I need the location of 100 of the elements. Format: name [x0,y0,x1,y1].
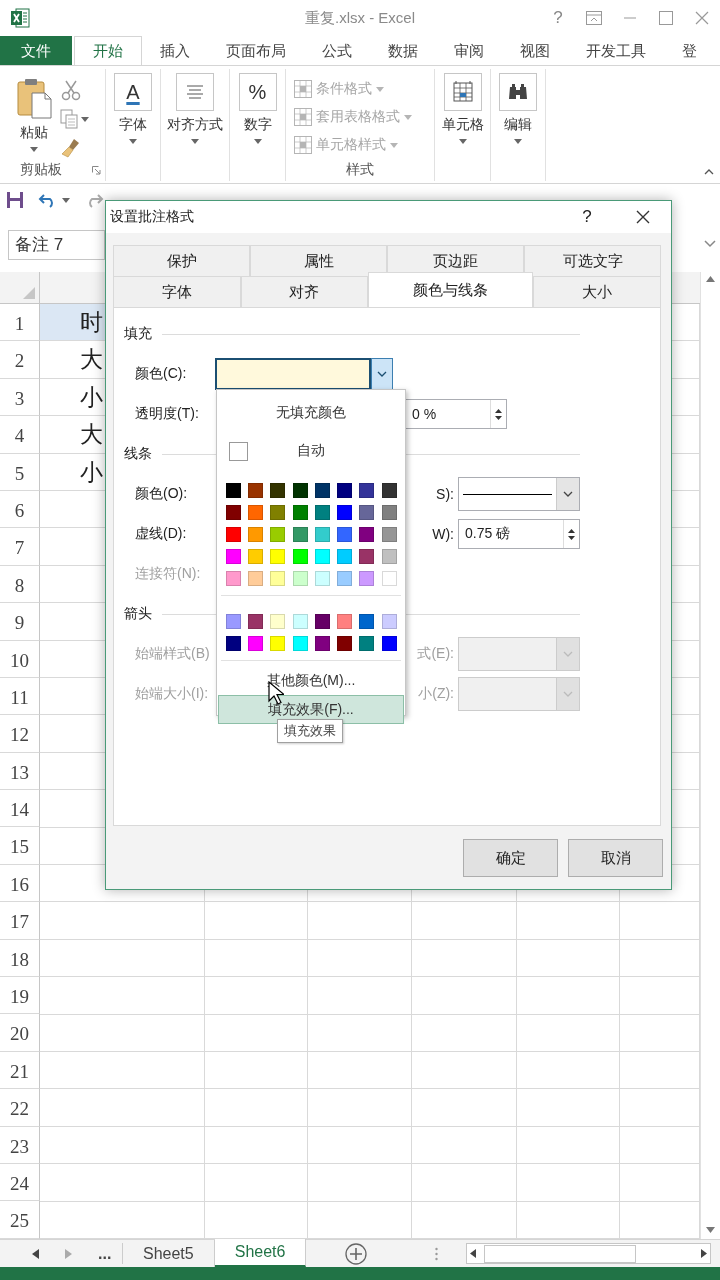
color-swatch[interactable] [225,504,241,520]
dialog-button[interactable]: 取消 [568,839,663,877]
color-swatch[interactable] [314,504,330,520]
spin-down-icon[interactable] [495,415,502,420]
color-swatch[interactable] [247,548,263,564]
ribbon-tab[interactable]: 文件 [0,36,72,65]
scroll-right-icon[interactable] [701,1249,708,1258]
copy-button[interactable] [60,109,89,129]
color-swatch[interactable] [337,570,353,586]
spin-up-icon[interactable] [568,528,575,533]
previous-sheet-icon[interactable] [32,1248,39,1259]
color-swatch[interactable] [292,504,308,520]
color-swatch[interactable] [292,570,308,586]
color-swatch[interactable] [314,635,330,651]
color-swatch[interactable] [314,526,330,542]
color-swatch[interactable] [381,482,397,498]
color-swatch[interactable] [247,635,263,651]
color-swatch[interactable] [292,548,308,564]
line-style-dropdown[interactable] [458,477,580,511]
color-swatch[interactable] [359,613,375,629]
color-swatch[interactable] [225,526,241,542]
ribbon-display-icon[interactable] [586,11,602,25]
dropdown-button[interactable] [371,358,393,390]
ribbon-tab[interactable]: 审阅 [436,36,502,65]
menu-item[interactable]: 无填充颜色 [217,395,405,431]
color-swatch[interactable] [337,504,353,520]
dialog-launcher-icon[interactable] [92,165,101,175]
color-swatch[interactable] [270,613,286,629]
color-swatch[interactable] [381,504,397,520]
spin-field[interactable]: 0.75 磅 [458,519,580,549]
scroll-down-icon[interactable] [706,1227,715,1233]
fill-color-field[interactable] [215,358,371,390]
color-swatch[interactable] [314,548,330,564]
ribbon-tab[interactable]: 页面布局 [208,36,304,65]
color-swatch[interactable] [270,570,286,586]
color-swatch[interactable] [314,482,330,498]
ribbon-tab[interactable]: 公式 [304,36,370,65]
name-box[interactable]: 备注 7 [8,230,105,260]
ribbon-button[interactable]: 对齐方式 [167,69,223,157]
ribbon-button[interactable]: % 数字 [238,69,277,157]
scroll-thumb[interactable] [484,1244,637,1263]
color-swatch[interactable] [247,526,263,542]
color-swatch[interactable] [270,526,286,542]
ribbon-tab[interactable]: 开发工具 [568,36,664,65]
color-swatch[interactable] [381,548,397,564]
ribbon-button[interactable]: 编辑 [499,69,537,157]
spin-field[interactable]: 0 % [405,399,507,429]
color-swatch[interactable] [292,613,308,629]
color-swatch[interactable] [247,613,263,629]
color-swatch[interactable] [337,548,353,564]
scissors-icon[interactable] [60,79,82,101]
color-swatch[interactable] [337,613,353,629]
scroll-up-icon[interactable] [706,276,715,282]
ribbon-tab[interactable]: 登 [664,36,715,65]
ribbon-tab[interactable]: 视图 [502,36,568,65]
add-sheet-icon[interactable] [345,1242,368,1265]
color-swatch[interactable] [381,570,397,586]
maximize-icon[interactable] [659,11,673,25]
color-swatch[interactable] [225,548,241,564]
dialog-tab[interactable]: 可选文字 [524,245,661,276]
collapse-ribbon-icon[interactable] [704,169,714,175]
ribbon-tab[interactable]: 数据 [370,36,436,65]
spin-down-icon[interactable] [568,535,575,540]
color-swatch[interactable] [314,613,330,629]
color-swatch[interactable] [270,548,286,564]
color-swatch[interactable] [381,526,397,542]
color-swatch[interactable] [359,504,375,520]
color-swatch[interactable] [247,504,263,520]
color-swatch[interactable] [292,482,308,498]
color-swatch[interactable] [359,635,375,651]
close-icon[interactable] [636,210,650,224]
color-swatch[interactable] [270,635,286,651]
expand-formula-bar-icon[interactable] [704,240,716,248]
color-swatch[interactable] [337,526,353,542]
color-swatch[interactable] [225,635,241,651]
color-swatch[interactable] [225,482,241,498]
ribbon-button[interactable]: 单元格 [441,69,484,157]
dialog-tab[interactable]: 保护 [113,245,250,276]
color-swatch[interactable] [247,570,263,586]
splitter-icon[interactable] [434,1246,438,1261]
ribbon-button[interactable]: A 字体 [114,69,152,157]
scroll-left-icon[interactable] [470,1249,477,1258]
color-swatch[interactable] [359,570,375,586]
color-swatch[interactable] [359,548,375,564]
color-swatch[interactable] [292,526,308,542]
ribbon-tab[interactable]: 开始 [74,36,142,65]
color-swatch[interactable] [337,635,353,651]
color-swatch[interactable] [314,570,330,586]
more-sheets-button[interactable]: ... [98,1244,112,1263]
spin-up-icon[interactable] [495,408,502,413]
dialog-tab[interactable]: 颜色与线条 [368,272,534,307]
help-button[interactable]: ? [540,8,576,28]
color-swatch[interactable] [225,613,241,629]
color-swatch[interactable] [359,482,375,498]
color-swatch[interactable] [247,482,263,498]
color-swatch[interactable] [381,613,397,629]
dialog-tab[interactable]: 属性 [250,245,387,276]
dialog-tab[interactable]: 大小 [533,276,661,307]
color-swatch[interactable] [292,635,308,651]
color-swatch[interactable] [359,526,375,542]
